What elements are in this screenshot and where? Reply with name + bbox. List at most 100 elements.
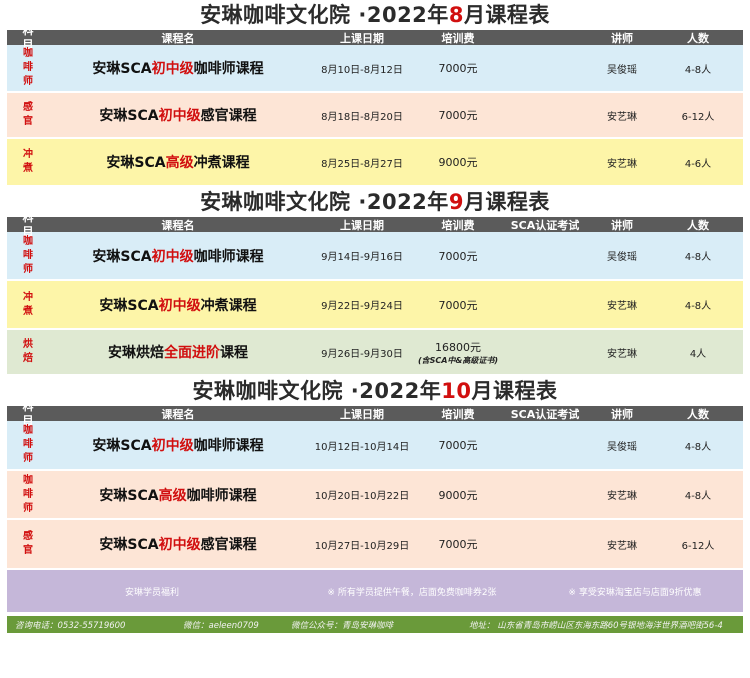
course-level: 初中级 bbox=[158, 297, 201, 314]
course-name-cell: 安琳SCA高级咖啡师课程 bbox=[49, 485, 307, 505]
fee-amount: 7000元 bbox=[438, 298, 478, 312]
course-name-suffix: 感官课程 bbox=[200, 108, 257, 124]
benefit-discount: ※ 享受安琳淘宝店与店面9折优惠 bbox=[568, 587, 702, 598]
course-level: 高级 bbox=[158, 487, 187, 504]
course-name-prefix: 安琳SCA bbox=[92, 438, 152, 454]
header-size: 人数 bbox=[687, 407, 709, 421]
size-cell: 4-8人 bbox=[684, 491, 712, 502]
section-title: 安琳咖啡文化院 ·2022年9月课程表 bbox=[0, 187, 750, 217]
header-fee: 培训费 bbox=[441, 407, 475, 421]
header-course: 课程名 bbox=[161, 31, 195, 45]
header-course: 课程名 bbox=[161, 407, 195, 421]
size-cell: 4-6人 bbox=[684, 158, 712, 170]
teacher-cell: 安艺琳 bbox=[607, 348, 637, 360]
course-level: 初中级 bbox=[151, 61, 194, 77]
course-name-prefix: 安琳SCA bbox=[99, 487, 159, 504]
header-size: 人数 bbox=[687, 31, 709, 45]
table-row: 咖啡师 安琳SCA初中级咖啡师课程 8月10日-8月12日 7000元 吴俊瑶 4-8人 bbox=[7, 45, 743, 93]
fee-amount: 7000元 bbox=[438, 538, 478, 551]
section-title: 安琳咖啡文化院 ·2022年8月课程表 bbox=[0, 0, 750, 30]
date-cell: 10月20日-10月22日 bbox=[314, 491, 410, 502]
fee-note: (含SCA中&高级证书) bbox=[417, 355, 499, 365]
course-name-cell: 安琳SCA初中级咖啡师课程 bbox=[49, 246, 307, 266]
course-name-cell: 安琳SCA高级冲煮课程 bbox=[49, 152, 307, 172]
course-name-suffix: 咖啡师课程 bbox=[186, 487, 257, 504]
date-cell: 10月27日-10月29日 bbox=[314, 540, 410, 552]
size-cell: 4-8人 bbox=[684, 301, 712, 312]
course-name-prefix: 安琳SCA bbox=[99, 108, 159, 124]
table-row: 感官 安琳SCA初中级感官课程 10月27日-10月29日 7000元 安艺琳 6-12人 bbox=[7, 520, 743, 570]
table-row: 咖啡师 安琳SCA初中级咖啡师课程 10月12日-10月14日 7000元 吴俊瑶 4-8… bbox=[7, 421, 743, 471]
header-course: 课程名 bbox=[161, 218, 195, 232]
size-cell: 4-8人 bbox=[684, 252, 712, 263]
table-row: 咖啡师 安琳SCA初中级咖啡师课程 9月14日-9月16日 7000元 吴俊瑶 4-8人 bbox=[7, 232, 743, 281]
course-level: 初中级 bbox=[151, 438, 194, 454]
course-level: 初中级 bbox=[158, 108, 201, 124]
fee-amount: 7000元 bbox=[438, 62, 478, 75]
subject-cell: 烘焙 bbox=[23, 339, 33, 364]
course-name-cell: 安琳SCA初中级咖啡师课程 bbox=[49, 58, 307, 78]
benefits-label: 安琳学员福利 bbox=[124, 587, 179, 598]
title-suffix: 月课程表 bbox=[463, 3, 550, 27]
header-date: 上课日期 bbox=[340, 407, 384, 421]
header-size: 人数 bbox=[687, 218, 709, 232]
fee-cell: 7000元 bbox=[417, 60, 499, 76]
title-text: 安琳咖啡文化院 ·2022年 bbox=[200, 3, 449, 27]
course-level: 初中级 bbox=[151, 248, 194, 265]
title-month: 8 bbox=[448, 3, 464, 27]
footer-address: 地址： 山东省青岛市崂山区东海东路60号银地海洋世界酒吧街56-4 bbox=[469, 620, 723, 631]
fee-cell: 7000元 bbox=[417, 536, 499, 552]
course-level: 初中级 bbox=[158, 537, 201, 553]
header-date: 上课日期 bbox=[340, 31, 384, 45]
subject-cell: 咖啡师 bbox=[23, 235, 33, 275]
fee-amount: 7000元 bbox=[438, 249, 478, 263]
header-teacher: 讲师 bbox=[611, 407, 633, 421]
subject-cell: 咖啡师 bbox=[23, 425, 33, 464]
title-month: 10 bbox=[441, 379, 472, 403]
course-name-prefix: 安琳SCA bbox=[99, 297, 159, 314]
footer-phone: 咨询电话：0532-55719600 bbox=[15, 620, 126, 631]
fee-cell: 7000元 bbox=[417, 107, 499, 123]
course-name-prefix: 安琳SCA bbox=[92, 61, 152, 77]
fee-amount: 7000元 bbox=[438, 109, 478, 122]
course-name-prefix: 安琳SCA bbox=[92, 248, 152, 265]
table-header: 科目 课程名 上课日期 培训费 讲师 人数 bbox=[7, 24, 743, 51]
course-schedule: 安琳咖啡文化院 ·2022年8月课程表 科目 课程名 上课日期 培训费 讲师 人数 咖啡师 安琳… bbox=[0, 0, 750, 570]
header-teacher: 讲师 bbox=[611, 31, 633, 45]
date-cell: 9月14日-9月16日 bbox=[321, 252, 403, 263]
fee-cell: 16800元 (含SCA中&高级证书) bbox=[417, 339, 499, 366]
course-name-suffix: 冲煮课程 bbox=[200, 297, 257, 314]
course-name-suffix: 感官课程 bbox=[200, 537, 257, 553]
course-name-prefix: 安琳SCA bbox=[99, 537, 159, 553]
course-name-suffix: 咖啡师课程 bbox=[193, 438, 264, 454]
subject-cell: 咖啡师 bbox=[23, 474, 33, 514]
subject-cell: 冲煮 bbox=[23, 149, 33, 174]
course-name-suffix: 冲煮课程 bbox=[193, 155, 250, 171]
contact-footer: 咨询电话：0532-55719600 微信：aeleen0709 微信公众号：青… bbox=[7, 616, 743, 633]
table-row: 咖啡师 安琳SCA高级咖啡师课程 10月20日-10月22日 9000元 安艺琳 4-8人 bbox=[7, 471, 743, 520]
teacher-cell: 吴俊瑶 bbox=[607, 252, 637, 263]
teacher-cell: 安艺琳 bbox=[607, 491, 637, 502]
course-name-prefix: 安琳烘焙 bbox=[108, 345, 164, 361]
course-level: 全面进阶 bbox=[164, 345, 220, 361]
table-row: 冲煮 安琳SCA高级冲煮课程 8月25日-8月27日 9000元 安艺琳 4-6人 bbox=[7, 139, 743, 187]
title-month: 9 bbox=[448, 190, 464, 214]
teacher-cell: 安艺琳 bbox=[607, 111, 637, 123]
size-cell: 4-8人 bbox=[684, 441, 712, 453]
teacher-cell: 吴俊瑶 bbox=[607, 64, 637, 76]
fee-amount: 7000元 bbox=[438, 439, 478, 452]
size-cell: 4-8人 bbox=[684, 64, 712, 76]
table-row: 烘焙 安琳烘焙全面进阶课程 9月26日-9月30日 16800元 (含SCA中&高级证书… bbox=[7, 330, 743, 376]
course-name-cell: 安琳SCA初中级感官课程 bbox=[49, 105, 307, 125]
benefit-lunch: ※ 所有学员提供午餐，店面免费咖啡券2张 bbox=[327, 587, 497, 598]
subject-cell: 感官 bbox=[23, 102, 33, 127]
course-name-cell: 安琳SCA初中级冲煮课程 bbox=[49, 295, 307, 315]
teacher-cell: 安艺琳 bbox=[607, 301, 637, 312]
date-cell: 9月22日-9月24日 bbox=[321, 301, 403, 312]
header-teacher: 讲师 bbox=[611, 218, 633, 232]
size-cell: 4人 bbox=[689, 348, 707, 360]
footer-wechat: 微信：aeleen0709 bbox=[183, 620, 259, 631]
course-name-cell: 安琳SCA初中级感官课程 bbox=[49, 534, 307, 554]
title-suffix: 月课程表 bbox=[471, 379, 558, 403]
fee-cell: 7000元 bbox=[417, 437, 499, 453]
